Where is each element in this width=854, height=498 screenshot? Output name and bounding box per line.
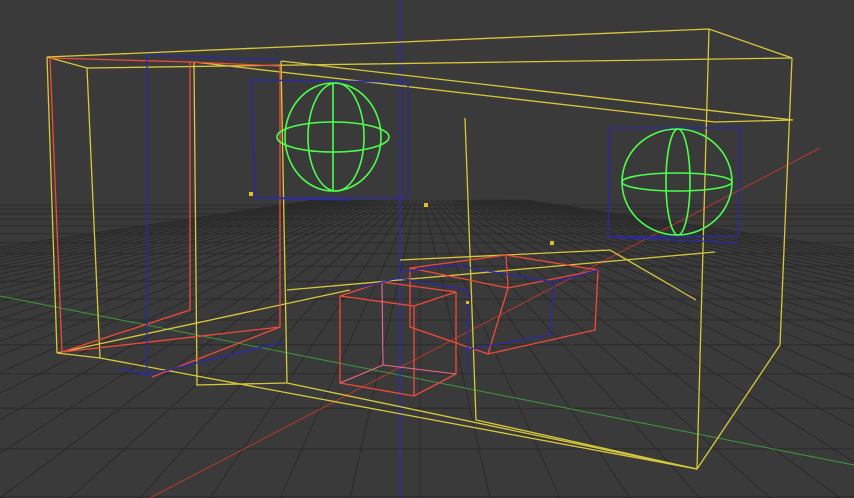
sphere-left[interactable]	[250, 79, 409, 201]
world-axes	[0, 0, 854, 498]
ground-grid	[0, 199, 854, 498]
grid-line	[209, 199, 410, 498]
grid-line	[423, 199, 491, 498]
grid-line	[503, 199, 854, 266]
grid-line	[514, 199, 854, 257]
grid-line	[426, 199, 561, 498]
grid-line	[0, 199, 340, 267]
grid-line	[440, 199, 841, 498]
grid-line	[430, 199, 631, 498]
3d-viewport[interactable]	[0, 0, 854, 498]
viewport-canvas[interactable]	[0, 0, 854, 498]
box-front[interactable]	[339, 277, 469, 397]
box-back[interactable]	[399, 254, 599, 355]
grid-line	[510, 199, 854, 260]
grid-line	[279, 199, 414, 498]
grid-line	[0, 199, 400, 498]
grid-line	[437, 199, 771, 498]
grid-line	[0, 199, 323, 253]
grid-line	[0, 199, 333, 261]
grid-line	[507, 199, 854, 263]
